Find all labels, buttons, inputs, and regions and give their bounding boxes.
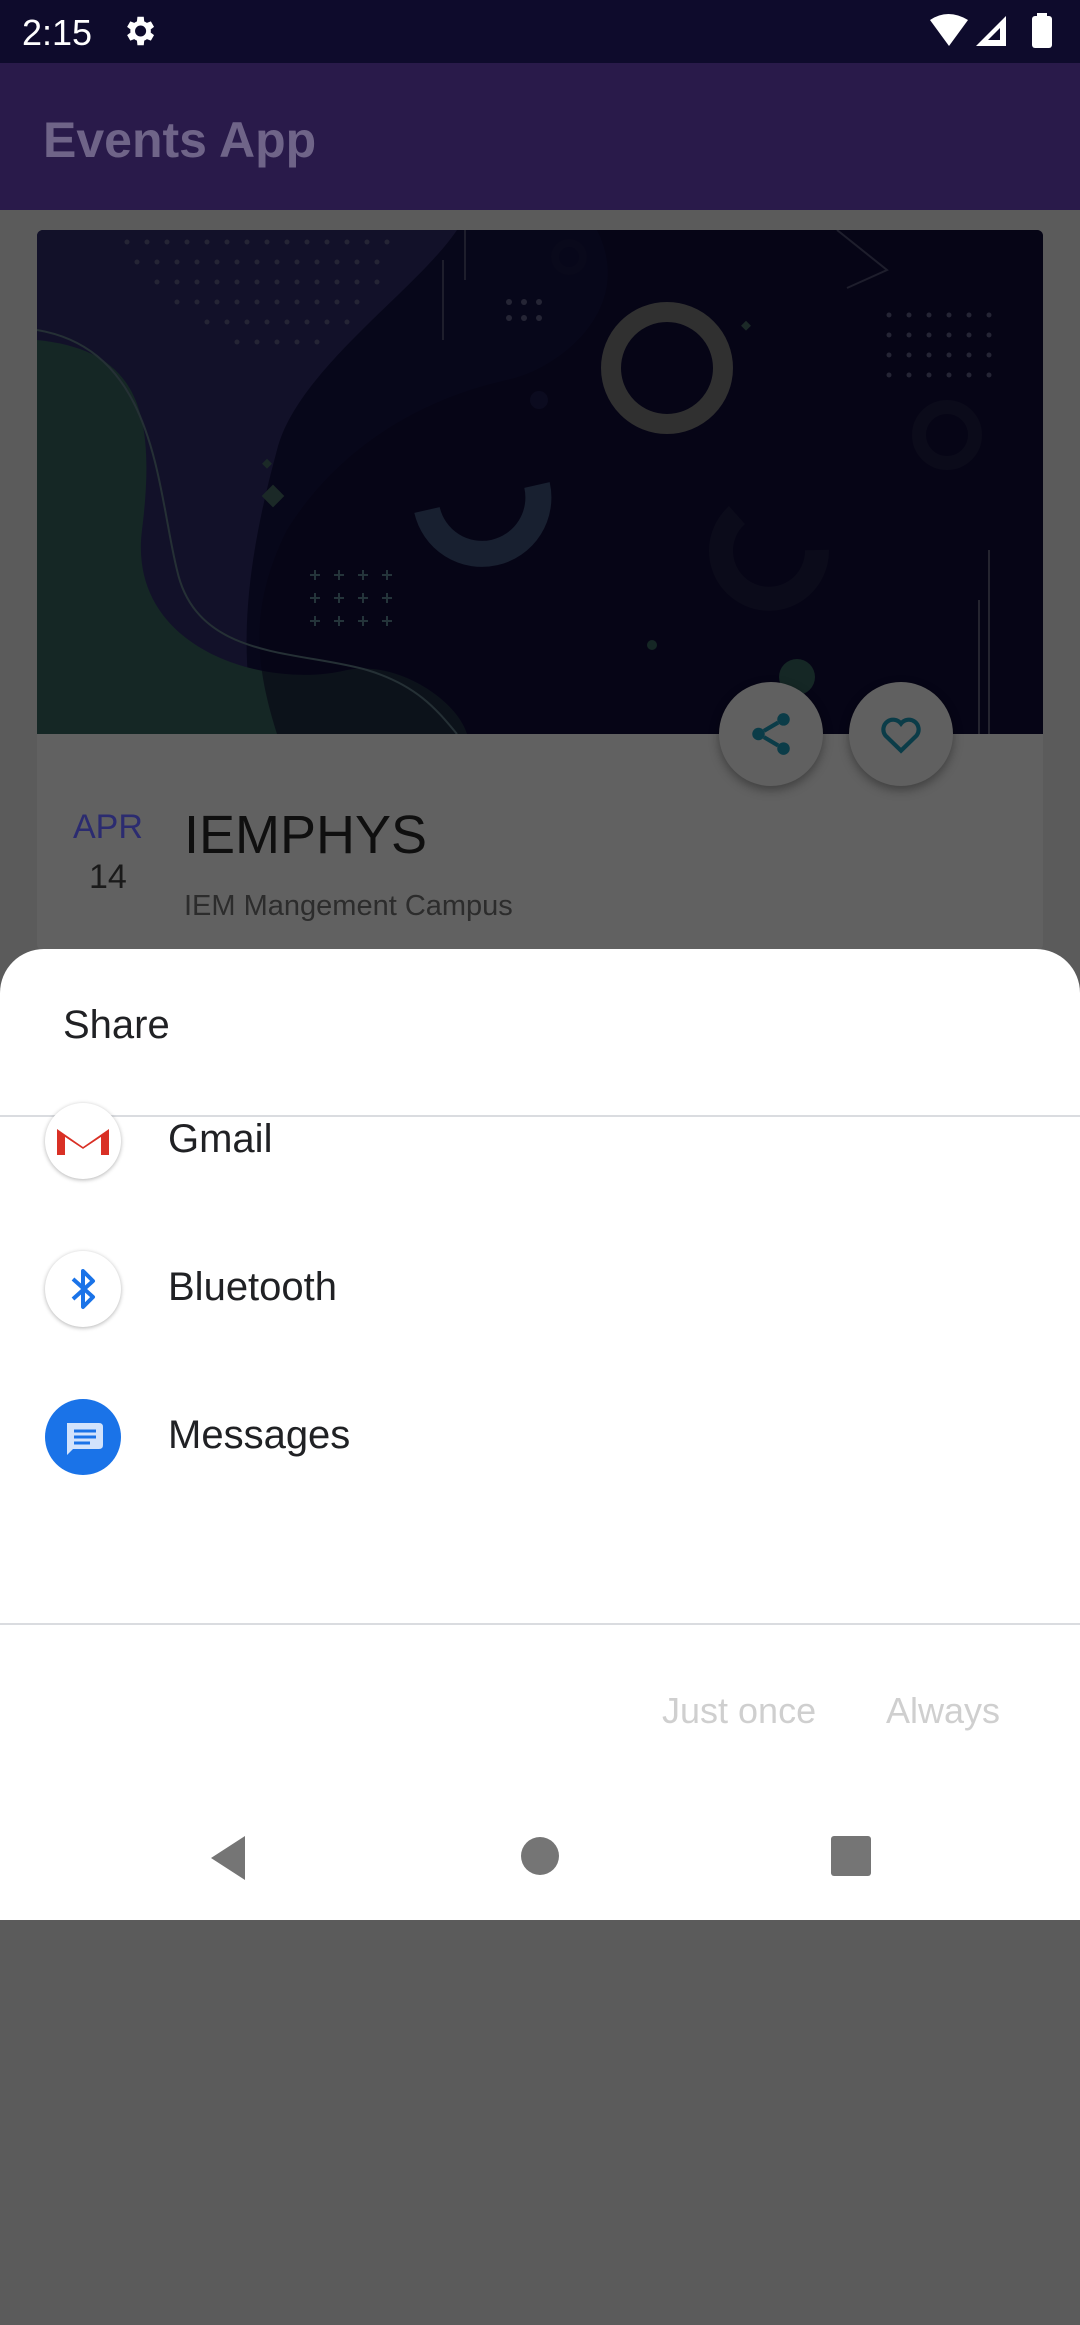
- recents-icon[interactable]: [831, 1836, 871, 1876]
- event-title: IEMPHYS: [184, 805, 428, 865]
- bluetooth-icon: [45, 1251, 121, 1327]
- share-option-label: Messages: [168, 1413, 351, 1457]
- navigation-bar: [0, 1800, 1080, 1920]
- event-card[interactable]: APR 14 IEMPHYS IEM Mangement Campus: [37, 230, 1043, 950]
- status-icons: [930, 13, 1052, 48]
- event-month: APR: [73, 808, 143, 846]
- divider: [0, 1623, 1080, 1625]
- always-button[interactable]: Always: [886, 1690, 1000, 1732]
- app-bar: Events App: [0, 63, 1080, 210]
- status-bar: 2:15: [0, 0, 1080, 63]
- event-day: 14: [89, 858, 127, 896]
- favorite-button[interactable]: [849, 682, 953, 786]
- share-option-gmail[interactable]: Gmail: [0, 1068, 1080, 1216]
- back-icon[interactable]: [205, 1832, 249, 1884]
- share-sheet: Share Gmail Bluetooth Messages Just once…: [0, 949, 1080, 1920]
- share-button[interactable]: [719, 682, 823, 786]
- share-option-label: Gmail: [168, 1117, 273, 1161]
- event-location: IEM Mangement Campus: [184, 890, 513, 922]
- messages-icon: [45, 1399, 121, 1475]
- favorite-icon: [881, 717, 921, 754]
- share-option-partial[interactable]: [0, 2301, 1080, 2325]
- battery-icon: [1032, 16, 1052, 48]
- status-time: 2:15: [22, 12, 93, 53]
- app-title: Events App: [43, 112, 317, 168]
- gear-icon: [127, 16, 155, 46]
- share-option-bluetooth[interactable]: Bluetooth: [0, 1216, 1080, 1364]
- event-banner-image: [37, 230, 1043, 734]
- signal-icon: [976, 16, 1006, 46]
- home-icon[interactable]: [520, 1836, 560, 1876]
- sheet-title: Share: [63, 1003, 170, 1047]
- just-once-button[interactable]: Just once: [662, 1690, 816, 1732]
- share-option-label: Bluetooth: [168, 1265, 338, 1309]
- share-icon: [752, 713, 790, 755]
- wifi-icon: [930, 14, 968, 46]
- gmail-icon: [45, 1103, 121, 1179]
- share-option-messages[interactable]: Messages: [0, 1364, 1080, 1512]
